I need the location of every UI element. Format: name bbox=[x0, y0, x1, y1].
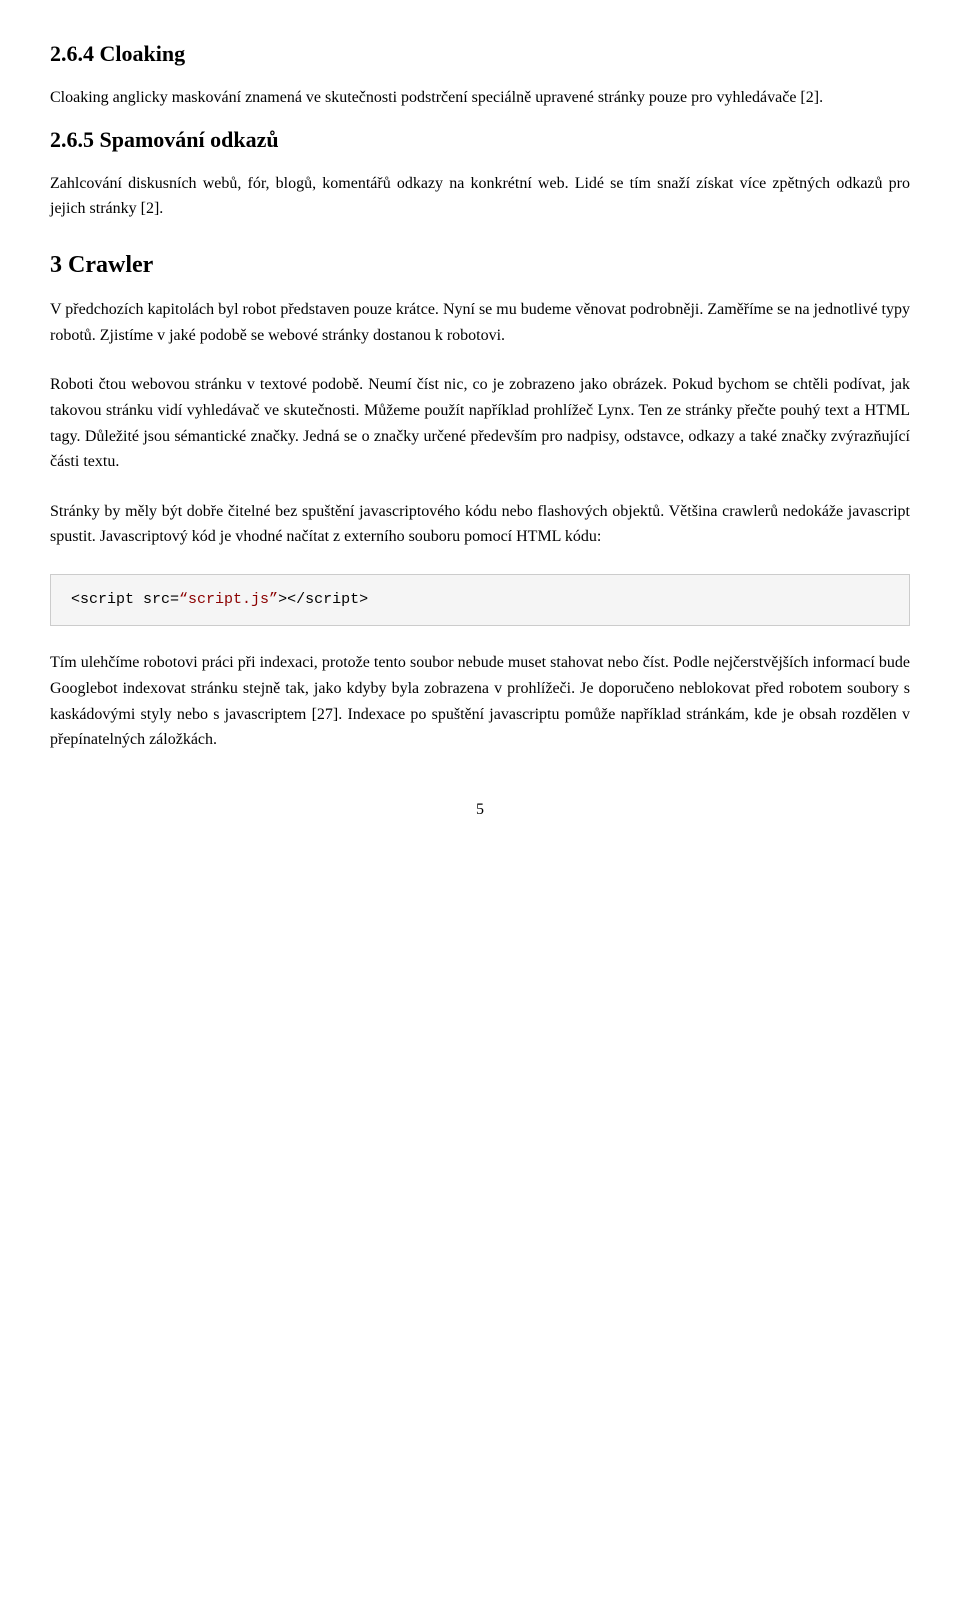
section-265: 2.6.5 Spamování odkazů Zahlcování diskus… bbox=[50, 126, 910, 222]
page-container: 2.6.4 Cloaking Cloaking anglicky masková… bbox=[50, 40, 910, 819]
code-text: <script src=“script.js”></script> bbox=[71, 591, 368, 608]
paragraph-264: Cloaking anglicky maskování znamená ve s… bbox=[50, 85, 910, 111]
paragraph-265: Zahlcování diskusních webů, fór, blogů, … bbox=[50, 171, 910, 222]
paragraph-3-2: Roboti čtou webovou stránku v textové po… bbox=[50, 372, 910, 474]
page-number: 5 bbox=[50, 801, 910, 819]
heading-3: 3 Crawler bbox=[50, 250, 910, 281]
code-block: <script src=“script.js”></script> bbox=[50, 574, 910, 627]
section-3: 3 Crawler V předchozích kapitolách byl r… bbox=[50, 250, 910, 753]
heading-264: 2.6.4 Cloaking bbox=[50, 40, 910, 69]
code-string: “script.js” bbox=[179, 591, 278, 608]
paragraph-3-4: Tím ulehčíme robotovi práci při indexaci… bbox=[50, 650, 910, 752]
section-264: 2.6.4 Cloaking Cloaking anglicky masková… bbox=[50, 40, 910, 110]
paragraph-3-1: V předchozích kapitolách byl robot předs… bbox=[50, 297, 910, 348]
paragraph-3-3: Stránky by měly být dobře čitelné bez sp… bbox=[50, 499, 910, 550]
heading-265: 2.6.5 Spamování odkazů bbox=[50, 126, 910, 155]
